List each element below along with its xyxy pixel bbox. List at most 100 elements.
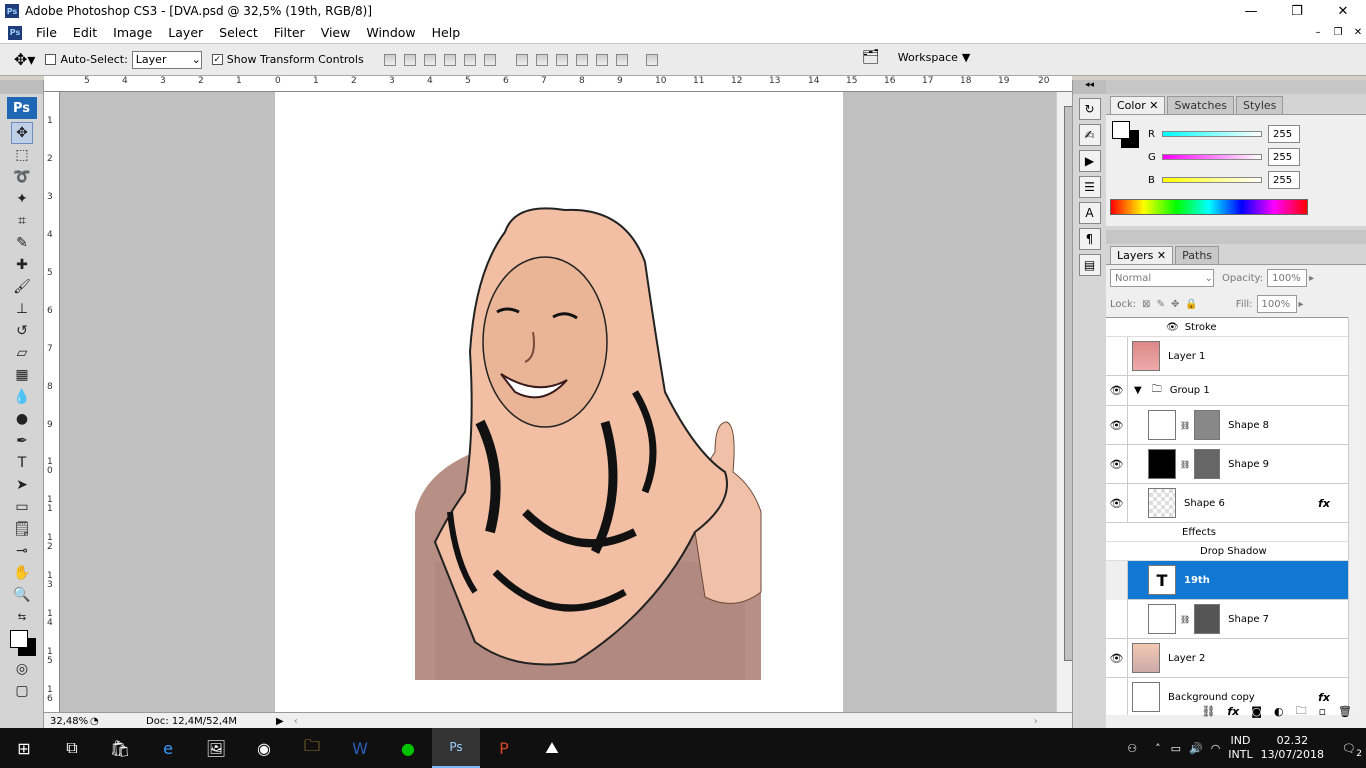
crop-tool-icon[interactable]: ⌗ [11,210,33,232]
dock-collapse-icon[interactable]: ◂◂ [1073,80,1106,94]
eye-icon[interactable]: 👁 [1106,638,1128,678]
status-options-icon[interactable]: ◔ [90,716,110,727]
layer-row-shape-7[interactable]: ⛓ Shape 7 [1106,599,1348,639]
color-spectrum-bar[interactable] [1110,199,1308,215]
menu-window[interactable]: Window [358,25,423,40]
menu-image[interactable]: Image [105,25,160,40]
visibility-toggle-off[interactable] [1106,560,1128,600]
minimize-button[interactable]: — [1228,0,1274,22]
line-icon[interactable]: ● [384,728,432,768]
lock-position-icon[interactable]: ✥ [1171,299,1179,310]
menu-select[interactable]: Select [211,25,266,40]
left-ruler[interactable]: 1 2 3 4 5 6 7 8 9 1 0 1 1 1 2 1 3 1 4 1 … [44,92,60,712]
brush-tool-icon[interactable]: 🖌 [11,276,33,298]
lock-image-icon[interactable]: ✎ [1157,299,1165,310]
auto-select-dropdown[interactable]: Layer ⌄ [131,50,202,69]
zoom-level[interactable]: 32,48% [44,716,90,727]
panel-header-bar[interactable] [1106,80,1366,94]
green-slider[interactable] [1162,154,1262,160]
screen-mode-icon[interactable]: ▢ [11,680,33,702]
layers-panel-header-bar[interactable] [1106,230,1366,244]
eraser-tool-icon[interactable]: ▱ [11,342,33,364]
task-view-icon[interactable]: ⧉ [48,728,96,768]
tab-paths[interactable]: Paths [1175,246,1220,264]
blend-mode-dropdown[interactable]: Normal ⌄ [1110,269,1214,287]
people-icon[interactable]: ⚇ [1127,742,1137,755]
layer-list-scrollbar[interactable] [1348,317,1362,715]
align-top-icon[interactable] [383,53,396,66]
eye-icon[interactable]: 👁 [1106,405,1128,445]
blue-value-input[interactable]: 255 [1268,171,1300,189]
tab-swatches[interactable]: Swatches [1167,96,1235,114]
lasso-tool-icon[interactable]: ➰ [11,166,33,188]
tool-presets-panel-icon[interactable]: ☰ [1078,176,1101,198]
menu-layer[interactable]: Layer [160,25,211,40]
move-tool-preset-icon[interactable]: ✥▾ [14,50,35,69]
color-swatches[interactable] [8,628,43,658]
distribute-left-icon[interactable] [575,53,588,66]
eye-icon[interactable]: 👁 [1106,375,1128,406]
auto-select-option[interactable]: Auto-Select: Layer ⌄ [45,50,202,69]
tab-styles[interactable]: Styles [1236,96,1284,114]
photoshop-menu-icon[interactable]: Ps [8,25,22,40]
workspace-menu[interactable]: 🗂 Workspace ▼ [862,49,970,65]
visibility-toggle-off[interactable] [1106,336,1128,376]
document-canvas[interactable] [275,92,843,712]
horizontal-scroll-left-icon[interactable]: ‹ [294,716,298,727]
doc-close-button[interactable]: ✕ [1348,24,1366,41]
move-tool-icon[interactable]: ✥ [11,122,33,144]
link-icon[interactable]: ⛓ [1180,421,1190,430]
close-button[interactable]: ✕ [1320,0,1366,22]
rectangle-tool-icon[interactable]: ▭ [11,496,33,518]
distribute-bottom-icon[interactable] [555,53,568,66]
distribute-right-icon[interactable] [615,53,628,66]
eye-icon[interactable]: 👁 [1106,444,1128,484]
doc-restore-button[interactable]: ❐ [1328,24,1348,41]
align-left-icon[interactable] [443,53,456,66]
tab-color[interactable]: Color ✕ [1110,96,1166,114]
show-transform-checkbox[interactable]: ✓ [211,54,223,65]
delete-layer-icon[interactable]: 🗑 [1338,705,1352,718]
clock[interactable]: 02.32 13/07/2018 [1261,734,1324,762]
opacity-input[interactable]: 100% [1267,269,1308,287]
lock-all-icon[interactable]: 🔒 [1185,299,1197,310]
restore-button[interactable]: ❐ [1274,0,1320,22]
slice-tool-icon[interactable]: ✎ [11,232,33,254]
paragraph-panel-icon[interactable]: ¶ [1078,228,1101,250]
brushes-panel-icon[interactable]: ✍ [1078,124,1101,146]
clone-stamp-tool-icon[interactable]: ⊥ [11,298,33,320]
foreground-color-preview[interactable] [1112,121,1130,139]
file-explorer-icon[interactable]: 🗀 [288,728,336,768]
bridge-icon[interactable]: 🗂 [862,49,880,65]
doc-minimize-button[interactable]: – [1308,24,1328,41]
opacity-arrow-icon[interactable]: ▸ [1309,273,1314,284]
store-icon[interactable]: 🛍 [96,728,144,768]
pen-tool-icon[interactable]: ✒ [11,430,33,452]
show-hidden-icons-icon[interactable]: ˄ [1155,742,1161,755]
image-viewer-icon[interactable]: ⛰ [528,728,576,768]
lock-transparent-icon[interactable]: ⊠ [1142,299,1150,310]
link-icon[interactable]: ⛓ [1180,615,1190,624]
layer-row-layer-2[interactable]: 👁 Layer 2 [1106,638,1348,678]
swap-colors-icon[interactable]: ⇆ [11,606,33,628]
zoom-tool-icon[interactable]: 🔍 [11,584,33,606]
eyedropper-tool-icon[interactable]: ⊸ [11,540,33,562]
layer-row-shape-8[interactable]: 👁 ⛓ Shape 8 [1106,405,1348,445]
add-layer-style-icon[interactable]: fx [1227,705,1239,718]
visibility-toggle-off[interactable] [1106,599,1128,639]
layer-effects-header[interactable]: Effects [1106,523,1348,542]
layer-comps-panel-icon[interactable]: ▤ [1078,254,1101,276]
layer-row-layer-1[interactable]: Layer 1 [1106,336,1348,376]
layer-row-shape-9[interactable]: 👁 ⛓ Shape 9 [1106,444,1348,484]
language-indicator[interactable]: IND INTL [1228,734,1252,762]
horizontal-scroll-right-icon[interactable]: › [1034,716,1038,727]
layer-row-19th[interactable]: T 19th [1106,560,1348,600]
windows-start-icon[interactable]: ⊞ [0,728,48,768]
gradient-tool-icon[interactable]: ▦ [11,364,33,386]
adjustment-layer-icon[interactable]: ◐ [1274,705,1284,718]
menu-help[interactable]: Help [424,25,469,40]
distribute-vcenter-icon[interactable] [535,53,548,66]
magic-wand-tool-icon[interactable]: ✦ [11,188,33,210]
show-transform-option[interactable]: ✓ Show Transform Controls [211,53,364,66]
layer-row-group-1[interactable]: 👁 ▼ 🗀 Group 1 [1106,375,1348,406]
